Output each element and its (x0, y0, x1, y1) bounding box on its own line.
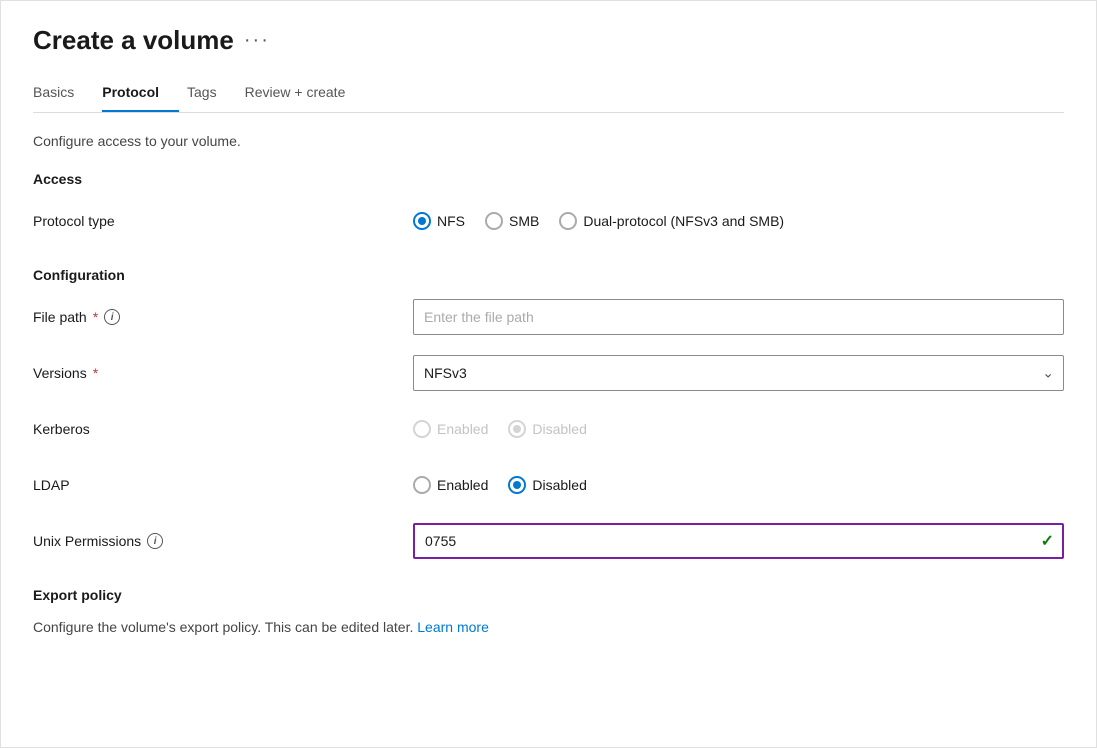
unix-permissions-row: Unix Permissions i ✓ (33, 523, 1064, 559)
tab-protocol[interactable]: Protocol (102, 76, 179, 112)
file-path-label: File path * i (33, 309, 413, 325)
ldap-disabled-radio[interactable] (508, 476, 526, 494)
unix-permissions-valid-icon: ✓ (1041, 531, 1054, 551)
export-policy-title: Export policy (33, 587, 1064, 603)
tab-basics[interactable]: Basics (33, 76, 94, 112)
page-title-row: Create a volume ··· (33, 25, 1064, 56)
unix-permissions-label: Unix Permissions i (33, 533, 413, 549)
versions-row: Versions * NFSv3 NFSv4.1 ⌄ (33, 355, 1064, 391)
protocol-type-control: NFS SMB Dual-protocol (NFSv3 and SMB) (413, 212, 1064, 230)
page-subtitle: Configure access to your volume. (33, 133, 1064, 149)
kerberos-label: Kerberos (33, 421, 413, 437)
file-path-row: File path * i (33, 299, 1064, 335)
more-options-icon[interactable]: ··· (244, 29, 270, 52)
protocol-type-label: Protocol type (33, 213, 413, 229)
nfs-label: NFS (437, 213, 465, 229)
kerberos-disabled-label: Disabled (532, 421, 586, 437)
kerberos-row: Kerberos Enabled Disabled (33, 411, 1064, 447)
versions-required: * (93, 365, 98, 381)
ldap-disabled-label: Disabled (532, 477, 586, 493)
versions-select-wrapper: NFSv3 NFSv4.1 ⌄ (413, 355, 1064, 391)
access-section: Access Protocol type NFS SMB (33, 171, 1064, 239)
versions-control: NFSv3 NFSv4.1 ⌄ (413, 355, 1064, 391)
configuration-section-title: Configuration (33, 267, 1064, 283)
smb-label: SMB (509, 213, 539, 229)
protocol-type-row: Protocol type NFS SMB Dual-protocol (NFS… (33, 203, 1064, 239)
kerberos-enabled-radio (413, 420, 431, 438)
protocol-radio-group: NFS SMB Dual-protocol (NFSv3 and SMB) (413, 212, 1064, 230)
file-path-info-icon[interactable]: i (104, 309, 120, 325)
unix-permissions-input[interactable] (413, 523, 1064, 559)
dual-label: Dual-protocol (NFSv3 and SMB) (583, 213, 784, 229)
unix-permissions-wrapper: ✓ (413, 523, 1064, 559)
file-path-input[interactable] (413, 299, 1064, 335)
smb-radio-button[interactable] (485, 212, 503, 230)
export-policy-section: Export policy Configure the volume's exp… (33, 587, 1064, 635)
file-path-control (413, 299, 1064, 335)
ldap-row: LDAP Enabled Disabled (33, 467, 1064, 503)
export-policy-description: Configure the volume's export policy. Th… (33, 619, 1064, 635)
ldap-label: LDAP (33, 477, 413, 493)
tab-bar: Basics Protocol Tags Review + create (33, 76, 1064, 113)
kerberos-radio-group: Enabled Disabled (413, 420, 1064, 438)
ldap-disabled-option[interactable]: Disabled (508, 476, 586, 494)
dual-radio-button[interactable] (559, 212, 577, 230)
versions-select[interactable]: NFSv3 NFSv4.1 (413, 355, 1064, 391)
file-path-required: * (93, 309, 98, 325)
access-section-title: Access (33, 171, 1064, 187)
page-title: Create a volume (33, 25, 234, 56)
kerberos-disabled-option: Disabled (508, 420, 586, 438)
nfs-radio-button[interactable] (413, 212, 431, 230)
protocol-smb-option[interactable]: SMB (485, 212, 539, 230)
configuration-section: Configuration File path * i Versions * N… (33, 267, 1064, 559)
ldap-radio-group: Enabled Disabled (413, 476, 1064, 494)
protocol-dual-option[interactable]: Dual-protocol (NFSv3 and SMB) (559, 212, 784, 230)
kerberos-disabled-radio (508, 420, 526, 438)
ldap-enabled-label: Enabled (437, 477, 488, 493)
ldap-enabled-option[interactable]: Enabled (413, 476, 488, 494)
unix-permissions-control: ✓ (413, 523, 1064, 559)
unix-permissions-info-icon[interactable]: i (147, 533, 163, 549)
kerberos-control: Enabled Disabled (413, 420, 1064, 438)
versions-label: Versions * (33, 365, 413, 381)
tab-tags[interactable]: Tags (187, 76, 237, 112)
ldap-enabled-radio[interactable] (413, 476, 431, 494)
protocol-nfs-option[interactable]: NFS (413, 212, 465, 230)
learn-more-link[interactable]: Learn more (417, 619, 489, 635)
kerberos-enabled-option: Enabled (413, 420, 488, 438)
ldap-control: Enabled Disabled (413, 476, 1064, 494)
kerberos-enabled-label: Enabled (437, 421, 488, 437)
page-container: Create a volume ··· Basics Protocol Tags… (0, 0, 1097, 748)
tab-review-create[interactable]: Review + create (245, 76, 366, 112)
